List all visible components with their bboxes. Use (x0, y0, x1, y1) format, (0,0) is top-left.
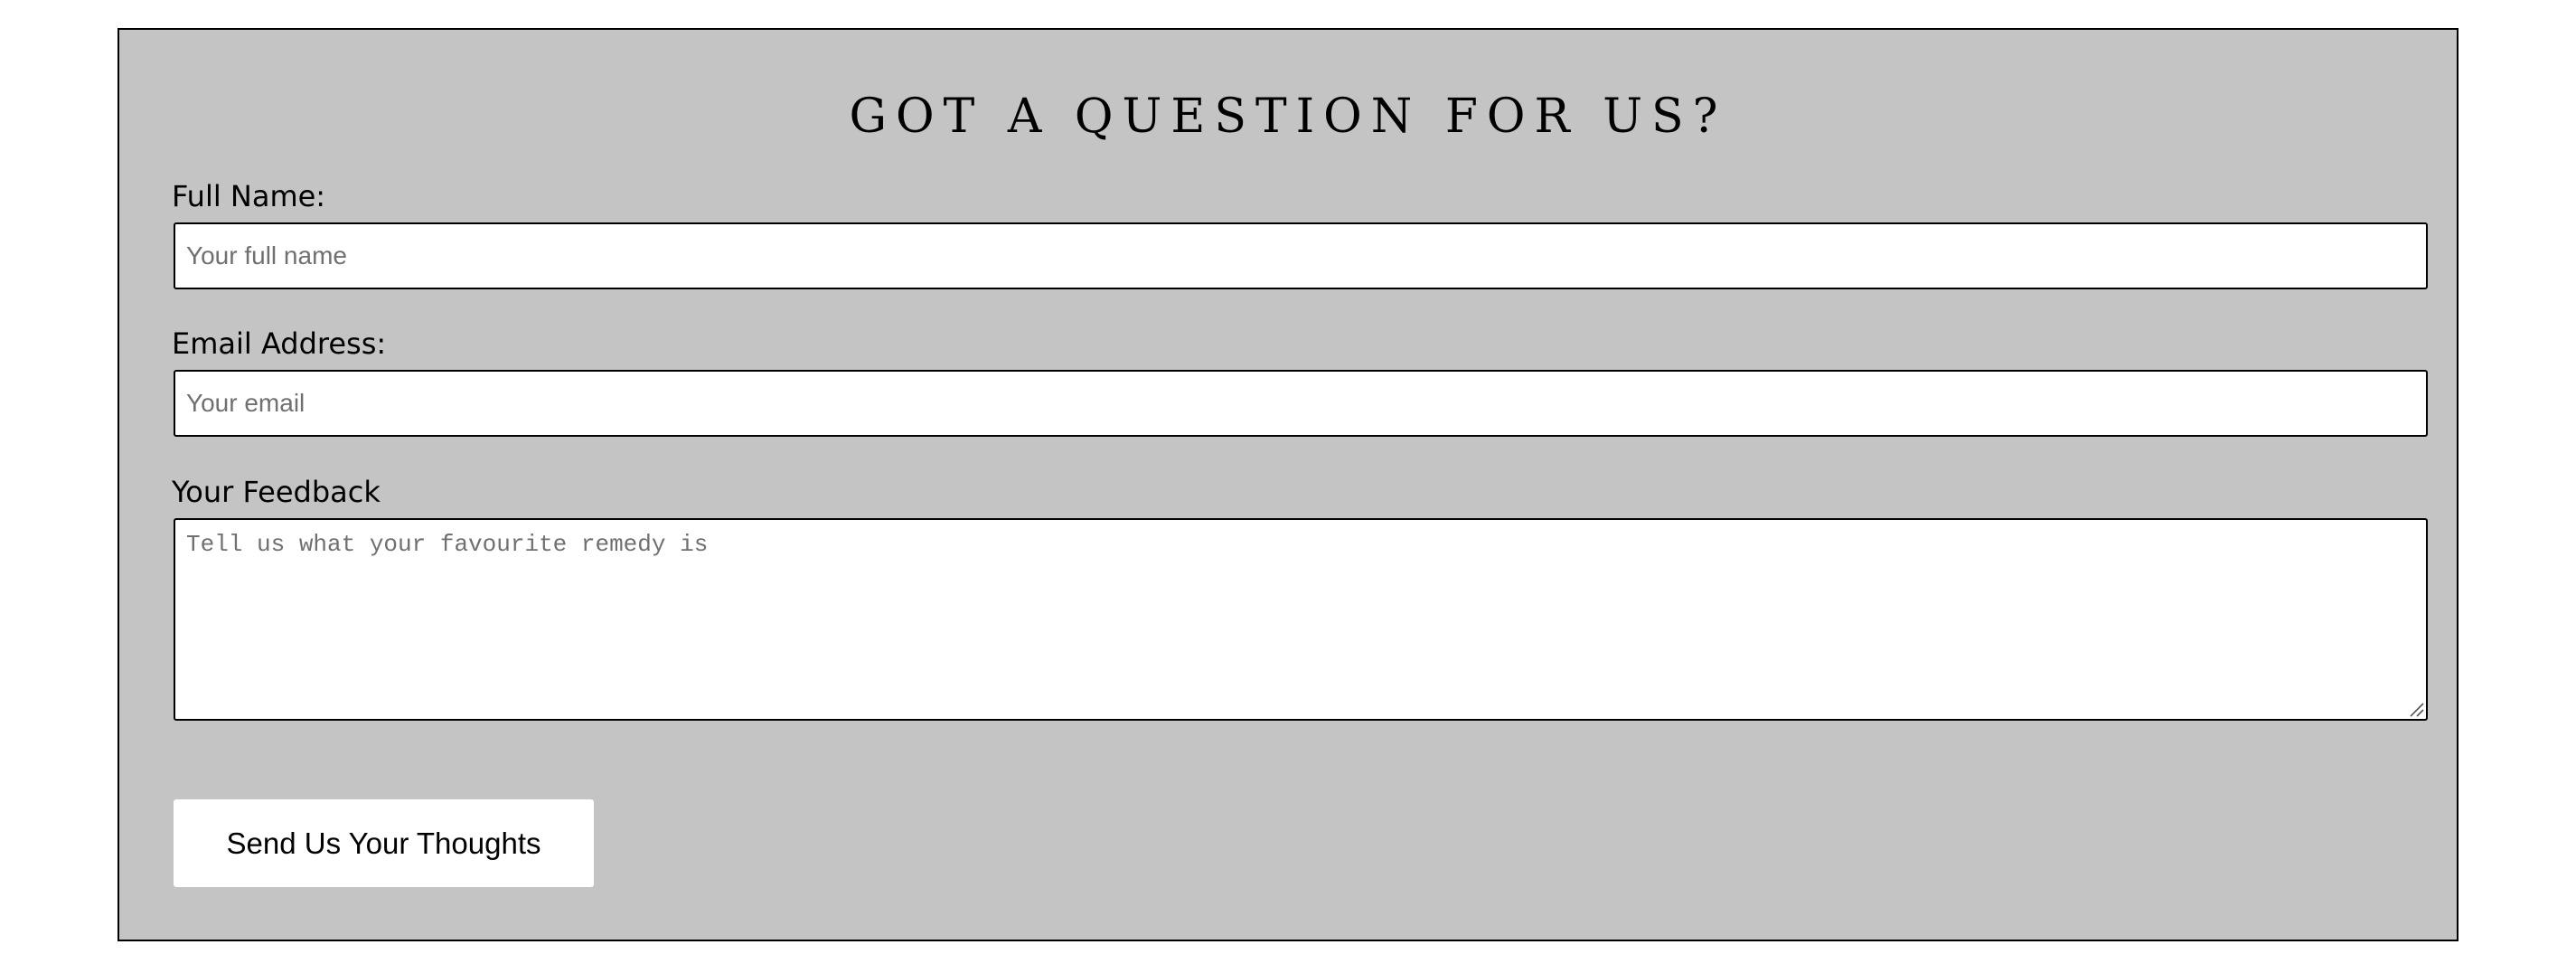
full-name-input[interactable] (174, 222, 2428, 289)
email-input[interactable] (174, 370, 2428, 437)
feedback-label: Your Feedback (172, 475, 381, 509)
email-address-label: Email Address: (172, 326, 387, 361)
feedback-textarea[interactable] (174, 518, 2428, 721)
send-thoughts-button[interactable]: Send Us Your Thoughts (174, 799, 594, 887)
form-title: GOT A QUESTION FOR US? (849, 90, 1727, 144)
full-name-label: Full Name: (172, 179, 326, 213)
resize-grip-icon[interactable] (2408, 701, 2424, 717)
